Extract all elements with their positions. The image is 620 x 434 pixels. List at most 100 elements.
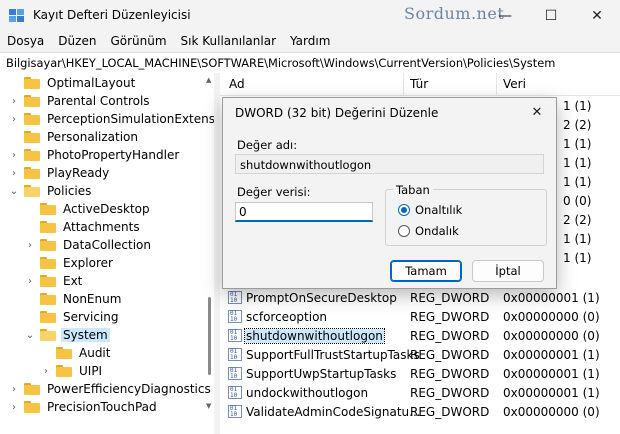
tree-item-label[interactable]: PerceptionSimulationExtensio	[45, 112, 214, 126]
tree-item[interactable]: Audit	[40, 344, 112, 362]
tree-item-label[interactable]: OptimalLayout	[45, 76, 137, 90]
value-data: 0x00000000 (0)	[503, 329, 600, 343]
radio-hexadecimal-label[interactable]: Onaltılık	[415, 203, 462, 217]
column-divider[interactable]	[403, 73, 404, 95]
chevron-right-icon[interactable]: ›	[8, 150, 20, 161]
tree-item-label[interactable]: PowerEfficiencyDiagnostics	[45, 382, 213, 396]
tree-item-label[interactable]: Parental Controls	[45, 94, 152, 108]
chevron-right-icon[interactable]: ›	[8, 96, 20, 107]
tree-item-label[interactable]: DataCollection	[61, 238, 153, 252]
radio-hexadecimal[interactable]	[398, 204, 410, 216]
value-name[interactable]: PromptOnSecureDesktop	[245, 291, 398, 305]
tree-item-label[interactable]: Ext	[61, 274, 84, 288]
list-row[interactable]: SupportFullTrustStartupTasksREG_DWORD 0x0…	[220, 346, 620, 364]
tree-item[interactable]: › PerceptionSimulationExtensio	[8, 110, 214, 128]
chevron-right-icon[interactable]: ›	[24, 276, 36, 287]
close-button[interactable]: ✕	[574, 0, 620, 32]
chevron-down-icon[interactable]: ⌄	[8, 186, 20, 197]
tree-item[interactable]: › PlayReady	[8, 164, 111, 182]
radio-decimal[interactable]	[398, 225, 410, 237]
address-path[interactable]: Bilgisayar\HKEY_LOCAL_MACHINE\SOFTWARE\M…	[6, 56, 555, 70]
tree-item[interactable]: ⌄ Policies	[8, 182, 93, 200]
value-name[interactable]: SupportFullTrustStartupTasks	[245, 348, 421, 362]
tree-item-label[interactable]: Explorer	[61, 256, 115, 270]
tree-item-label[interactable]: PhotoPropertyHandler	[45, 148, 181, 162]
chevron-right-icon[interactable]: ›	[40, 366, 52, 377]
radio-decimal-label[interactable]: Ondalık	[415, 224, 459, 238]
tree-item[interactable]: Personalization	[8, 128, 140, 146]
tree-item[interactable]: › UIPI	[40, 362, 104, 380]
folder-icon	[40, 293, 56, 305]
value-name[interactable]: shutdownwithoutlogon	[244, 328, 385, 344]
value-data-text[interactable]: 0	[239, 205, 247, 219]
column-header-name[interactable]: Ad	[229, 77, 245, 91]
chevron-right-icon[interactable]: ›	[8, 402, 20, 413]
folder-icon	[40, 203, 56, 215]
tree-item[interactable]: › Parental Controls	[8, 92, 152, 110]
menu-file[interactable]: Dosya	[0, 32, 51, 52]
chevron-down-icon[interactable]: ⌄	[24, 330, 36, 341]
tree-item-label[interactable]: PlayReady	[45, 166, 111, 180]
tree-item[interactable]: › DataCollection	[24, 236, 153, 254]
value-name[interactable]: ValidateAdminCodeSignatu...	[245, 405, 422, 419]
tree-item[interactable]: ⌄ System	[24, 326, 110, 344]
menu-view[interactable]: Görünüm	[103, 32, 173, 52]
folder-icon	[24, 95, 40, 107]
column-header-data[interactable]: Veri	[503, 77, 526, 91]
value-name-label: Değer adı:	[237, 138, 298, 152]
value-type: REG_DWORD	[410, 291, 490, 305]
list-row[interactable]: shutdownwithoutlogon REG_DWORD 0x00000000 …	[220, 327, 620, 345]
list-row[interactable]: scforceoption REG_DWORD 0x00000000 (0)	[220, 308, 620, 326]
list-row[interactable]: SupportUwpStartupTasks REG_DWORD 0x0000000…	[220, 365, 620, 383]
scroll-up-arrow-icon[interactable]: ▲	[206, 76, 211, 84]
menu-edit[interactable]: Düzen	[51, 32, 103, 52]
address-bar[interactable]: Bilgisayar\HKEY_LOCAL_MACHINE\SOFTWARE\M…	[0, 52, 620, 74]
tree-item-label[interactable]: Servicing	[61, 310, 121, 324]
chevron-right-icon[interactable]: ›	[24, 240, 36, 251]
tree-item-label[interactable]: UIPI	[77, 364, 104, 378]
tree-item[interactable]: OptimalLayout	[8, 74, 137, 92]
minimize-button[interactable]: —	[482, 0, 528, 32]
tree-item-label[interactable]: PrecisionTouchPad	[45, 400, 159, 414]
ok-button[interactable]: Tamam	[390, 260, 462, 282]
value-data-input[interactable]: 0	[235, 202, 373, 222]
menu-favorites[interactable]: Sık Kullanılanlar	[174, 32, 283, 52]
tree-item-label[interactable]: Audit	[77, 346, 112, 360]
scroll-down-arrow-icon[interactable]: ▼	[206, 402, 211, 410]
value-name[interactable]: undockwithoutlogon	[245, 386, 369, 400]
column-header-type[interactable]: Tür	[410, 77, 428, 91]
tree-item-label[interactable]: ActiveDesktop	[61, 202, 152, 216]
folder-icon	[24, 383, 40, 395]
tree-item[interactable]: › Ext	[24, 272, 84, 290]
value-name[interactable]: scforceoption	[245, 310, 328, 324]
tree-item[interactable]: ActiveDesktop	[24, 200, 152, 218]
window-title: Kayıt Defteri Düzenleyicisi	[33, 8, 191, 22]
tree-item[interactable]: Explorer	[24, 254, 115, 272]
menu-help[interactable]: Yardım	[283, 32, 337, 52]
cancel-button[interactable]: İptal	[472, 260, 544, 282]
tree-item-label[interactable]: NonEnum	[61, 292, 123, 306]
tree-item[interactable]: › PrecisionTouchPad	[8, 398, 159, 416]
value-name-text: shutdownwithoutlogon	[240, 158, 372, 172]
chevron-right-icon[interactable]: ›	[8, 114, 20, 125]
column-divider[interactable]	[496, 73, 497, 95]
tree-item-label[interactable]: Policies	[45, 184, 93, 198]
tree-item[interactable]: › PowerEfficiencyDiagnostics	[8, 380, 213, 398]
list-row[interactable]: ValidateAdminCodeSignatu...REG_DWORD 0x00…	[220, 403, 620, 421]
tree-item[interactable]: Attachments	[24, 218, 142, 236]
list-row[interactable]: undockwithoutlogon REG_DWORD 0x00000001 (1…	[220, 384, 620, 402]
chevron-right-icon[interactable]: ›	[8, 168, 20, 179]
tree-item[interactable]: NonEnum	[24, 290, 123, 308]
dialog-close-icon[interactable]: ✕	[523, 100, 551, 124]
tree-item-label[interactable]: Attachments	[61, 220, 142, 234]
tree-scrollbar-thumb[interactable]	[208, 297, 211, 375]
tree-pane[interactable]: OptimalLayout › Parental Controls › Percepti…	[0, 73, 214, 434]
maximize-button[interactable]: ☐	[528, 0, 574, 32]
value-name[interactable]: SupportUwpStartupTasks	[245, 367, 397, 381]
tree-item-label[interactable]: Personalization	[45, 130, 140, 144]
tree-item-label[interactable]: System	[61, 328, 110, 342]
list-row[interactable]: PromptOnSecureDesktop REG_DWORD 0x00000001…	[220, 289, 620, 307]
tree-item[interactable]: Servicing	[24, 308, 121, 326]
chevron-right-icon[interactable]: ›	[8, 384, 20, 395]
tree-item[interactable]: › PhotoPropertyHandler	[8, 146, 181, 164]
